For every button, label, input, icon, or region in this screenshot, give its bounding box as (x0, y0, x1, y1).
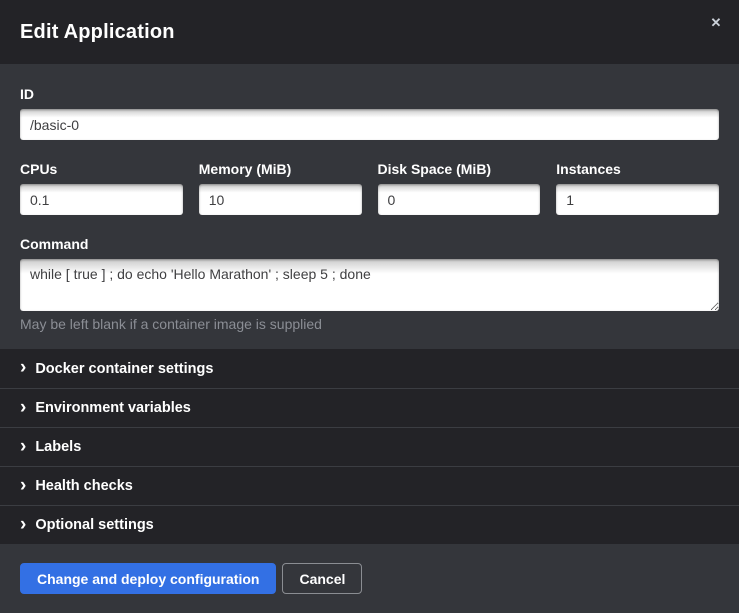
id-input[interactable] (20, 109, 719, 140)
section-label: Docker container settings (35, 361, 213, 377)
cancel-button[interactable]: Cancel (282, 563, 362, 594)
cpus-label: CPUs (20, 161, 183, 177)
close-icon: ✕ (711, 15, 722, 30)
memory-input[interactable] (199, 184, 362, 215)
modal-header: Edit Application ✕ (0, 0, 739, 64)
chevron-right-icon: › (20, 358, 26, 377)
cpus-input[interactable] (20, 184, 183, 215)
chevron-right-icon: › (20, 437, 26, 456)
command-label: Command (20, 236, 719, 252)
section-labels[interactable]: › Labels (0, 427, 739, 466)
chevron-right-icon: › (20, 476, 26, 495)
memory-field-group: Memory (MiB) (199, 161, 362, 215)
section-environment-variables[interactable]: › Environment variables (0, 388, 739, 427)
command-field-group: Command while [ true ] ; do echo 'Hello … (20, 236, 719, 332)
change-and-deploy-button[interactable]: Change and deploy configuration (20, 563, 276, 594)
edit-application-modal: Edit Application ✕ ID CPUs Memory (MiB) … (0, 0, 739, 599)
instances-label: Instances (556, 161, 719, 177)
modal-title: Edit Application (20, 21, 175, 44)
section-label: Optional settings (35, 517, 153, 533)
command-textarea[interactable]: while [ true ] ; do echo 'Hello Marathon… (20, 259, 719, 311)
resources-row: CPUs Memory (MiB) Disk Space (MiB) Insta… (20, 161, 719, 215)
application-form: ID CPUs Memory (MiB) Disk Space (MiB) In… (0, 64, 739, 349)
memory-label: Memory (MiB) (199, 161, 362, 177)
instances-field-group: Instances (556, 161, 719, 215)
command-help-text: May be left blank if a container image i… (20, 316, 719, 332)
section-optional-settings[interactable]: › Optional settings (0, 505, 739, 544)
id-label: ID (20, 86, 719, 102)
section-label: Health checks (35, 478, 133, 494)
chevron-right-icon: › (20, 515, 26, 534)
instances-input[interactable] (556, 184, 719, 215)
disk-input[interactable] (378, 184, 541, 215)
id-field-group: ID (20, 86, 719, 140)
cpus-field-group: CPUs (20, 161, 183, 215)
modal-footer: Change and deploy configuration Cancel (0, 544, 739, 613)
collapsible-sections: › Docker container settings › Environmen… (0, 349, 739, 544)
section-label: Labels (35, 439, 81, 455)
section-label: Environment variables (35, 400, 191, 416)
close-button[interactable]: ✕ (705, 12, 727, 34)
chevron-right-icon: › (20, 398, 26, 417)
disk-field-group: Disk Space (MiB) (378, 161, 541, 215)
disk-label: Disk Space (MiB) (378, 161, 541, 177)
section-docker-container-settings[interactable]: › Docker container settings (0, 349, 739, 388)
section-health-checks[interactable]: › Health checks (0, 466, 739, 505)
